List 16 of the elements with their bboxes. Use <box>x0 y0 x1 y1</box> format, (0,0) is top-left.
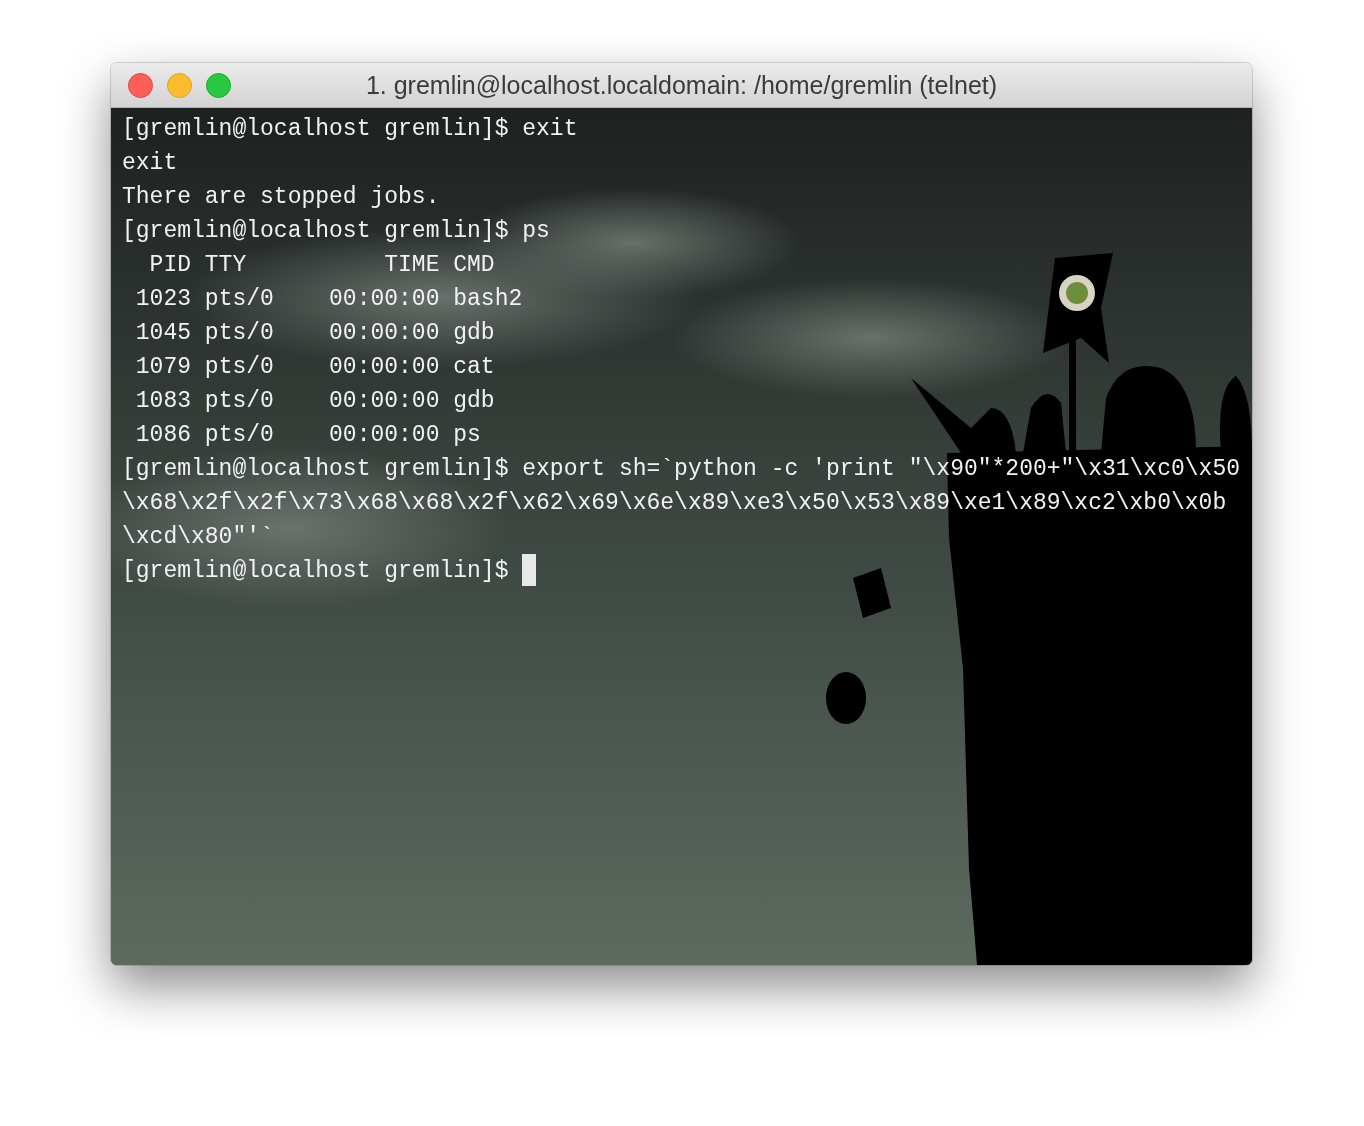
window-title: 1. gremlin@localhost.localdomain: /home/gremlin (telnet) <box>365 70 998 100</box>
terminal-line: 1086 pts/0 00:00:00 ps <box>134 422 481 448</box>
zoom-button[interactable] <box>206 72 231 98</box>
terminal-line: 1045 pts/0 00:00:00 gdb <box>134 320 495 346</box>
terminal-line: 1023 pts/0 00:00:00 bash2 <box>134 286 523 312</box>
terminal-line: [gremlin@localhost gremlin]$ ps <box>122 218 550 244</box>
close-button[interactable] <box>128 72 153 98</box>
terminal-line: 1079 pts/0 00:00:00 cat <box>134 354 495 380</box>
minimize-button[interactable] <box>167 72 192 98</box>
terminal-line: 1083 pts/0 00:00:00 gdb <box>134 388 495 414</box>
terminal-line: [gremlin@localhost gremlin]$ <box>122 558 510 584</box>
terminal-line: There are stopped jobs. <box>122 184 440 210</box>
terminal-line: exit <box>122 150 178 176</box>
terminal-line: [gremlin@localhost gremlin]$ export sh=`python -c 'print "\x90"*200+"\x31\xc0\x50\x68\x2f\x2f\x73\x68\x68\x2f\x62\x69\x6e\x89\xe3\x50\x53\x89\xe1\x89\xc2\xb0\x0b\xcd\x80"'` <box>122 456 1240 550</box>
terminal-line: [gremlin@localhost gremlin]$ exit <box>122 116 578 142</box>
terminal-line: PID TTY TIME CMD <box>148 252 495 278</box>
